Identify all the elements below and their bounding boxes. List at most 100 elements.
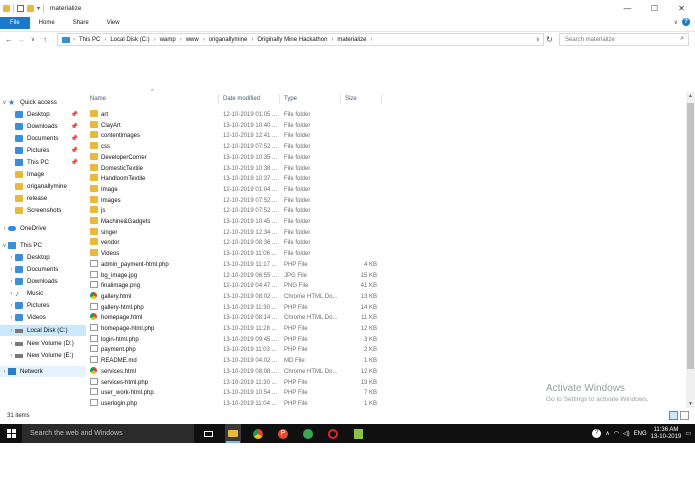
help-icon[interactable]: ? <box>592 429 602 438</box>
table-row[interactable]: payment.php 13-10-2019 11:03 ... PHP File 2… <box>87 345 387 356</box>
network-status-icon[interactable]: ◠ <box>614 430 619 437</box>
chevron-down-icon[interactable]: ∨ <box>1 99 8 106</box>
table-row[interactable]: README.md 13-10-2019 04:02 ... MD File 1 KB <box>87 356 387 367</box>
table-row[interactable]: js 12-10-2019 07:52 ... File folder <box>87 206 387 217</box>
table-row[interactable]: HandloomTextile 13-10-2019 10:37 ... File … <box>87 174 387 185</box>
expand-ribbon-icon[interactable]: ∨ <box>674 19 678 26</box>
chevron-right-icon[interactable]: › <box>8 315 15 321</box>
sidebar-item-pc-downloads[interactable]: › Downloads <box>8 276 58 287</box>
large-icons-view-icon[interactable] <box>680 411 689 420</box>
properties-icon[interactable] <box>17 5 24 12</box>
recent-locations-icon[interactable]: ∨ <box>27 36 39 43</box>
table-row[interactable]: services.html 13-10-2019 08:08 ... Chrome … <box>87 366 387 378</box>
chevron-right-icon[interactable]: › <box>8 353 15 359</box>
tab-share[interactable]: Share <box>64 17 98 29</box>
chevron-right-icon[interactable]: › <box>8 291 15 297</box>
column-header-date[interactable]: Date modified <box>223 92 260 106</box>
sidebar-item-pc-pictures[interactable]: › Pictures <box>8 300 49 311</box>
table-row[interactable]: bg_image.jpg 12-10-2019 06:55 ... JPG File… <box>87 270 387 282</box>
sidebar-item-onedrive[interactable]: › OneDrive <box>1 223 47 234</box>
sidebar-item-network[interactable]: › Network <box>0 366 86 377</box>
close-button[interactable]: ✕ <box>668 0 695 17</box>
sidebar-item-videos[interactable]: › Videos <box>8 312 46 323</box>
table-row[interactable]: DomesticTextile 13-10-2019 10:38 ... File … <box>87 163 387 175</box>
sidebar-item-volume-e[interactable]: › New Volume (E:) <box>8 350 74 361</box>
column-header-name[interactable]: Name <box>90 92 106 106</box>
table-row[interactable]: Image 12-10-2019 01:04 ... File folder <box>87 184 387 196</box>
taskbar-search-input[interactable]: Search the web and Windows <box>22 424 194 443</box>
table-row[interactable]: finalimage.png 12-10-2019 04:47 ... PNG Fi… <box>87 281 387 292</box>
sidebar-item-pc-desktop[interactable]: › Desktop <box>8 252 50 263</box>
sidebar-item-local-disk[interactable]: › Local Disk (C:) <box>0 325 86 336</box>
table-row[interactable]: homepage.html 13-10-2019 08:14 ... Chrome … <box>87 313 387 324</box>
chevron-down-icon[interactable]: ∨ <box>1 242 8 249</box>
minimize-button[interactable]: — <box>614 0 641 17</box>
table-row[interactable]: login-html.php 13-10-2019 09:45 ... PHP Fi… <box>87 334 387 346</box>
app-globe-icon[interactable] <box>300 424 316 443</box>
show-hidden-icons-icon[interactable]: ∧ <box>605 430 609 437</box>
chevron-right-icon[interactable]: › <box>1 226 8 232</box>
sidebar-item-release[interactable]: release <box>8 193 47 204</box>
opera-icon[interactable] <box>325 424 341 443</box>
sidebar-item-image[interactable]: Image <box>8 169 44 180</box>
scroll-down-icon[interactable]: ▼ <box>686 401 695 407</box>
table-row[interactable]: singer 12-10-2019 12:34 ... File folder <box>87 227 387 239</box>
sidebar-item-screenshots[interactable]: Screenshots <box>8 205 61 216</box>
chrome-icon[interactable] <box>250 424 266 443</box>
table-row[interactable]: Machine&Gadgets 13-10-2019 10:45 ... File … <box>87 217 387 228</box>
table-row[interactable]: ClayArt 13-10-2019 10:40 ... File folder <box>87 120 387 132</box>
chevron-right-icon[interactable]: › <box>8 279 15 285</box>
scroll-up-icon[interactable]: ▲ <box>686 93 695 99</box>
table-row[interactable]: user_work-html.php 13-10-2019 10:54 ... PH… <box>87 388 387 399</box>
address-bar[interactable]: › This PC › Local Disk (C:) › wamp › www… <box>57 33 544 46</box>
chevron-right-icon[interactable]: › <box>8 255 15 261</box>
up-arrow-icon[interactable]: ↑ <box>39 35 51 44</box>
app-p-icon[interactable]: P <box>275 424 291 443</box>
sidebar-item-pc-documents[interactable]: › Documents <box>8 264 58 275</box>
forward-arrow-icon[interactable]: → <box>15 35 27 44</box>
sidebar-item-documents[interactable]: Documents 📌 <box>8 133 84 144</box>
clock[interactable]: 11:36 AM 13-10-2019 <box>651 427 682 441</box>
sidebar-item-downloads[interactable]: Downloads 📌 <box>8 121 84 132</box>
breadcrumb-origanallymine[interactable]: origanallymine <box>209 37 248 43</box>
table-row[interactable]: DeveloperCorner 13-10-2019 10:35 ... File … <box>87 152 387 164</box>
address-dropdown-icon[interactable]: ∨ <box>536 36 540 43</box>
chevron-right-icon[interactable]: › <box>1 369 8 375</box>
help-icon[interactable]: ? <box>682 18 690 26</box>
maximize-button[interactable]: ☐ <box>641 0 668 17</box>
task-view-icon[interactable] <box>200 424 216 443</box>
table-row[interactable]: Videos 13-10-2019 11:06 ... File folder <box>87 249 387 260</box>
sidebar-item-this-pc[interactable]: ∨ This PC <box>1 240 42 251</box>
breadcrumb-www[interactable]: www <box>186 37 199 43</box>
column-header-size[interactable]: Size <box>345 92 357 106</box>
sidebar-item-desktop[interactable]: Desktop 📌 <box>8 109 84 120</box>
table-row[interactable]: css 12-10-2019 07:52 ... File folder <box>87 142 387 153</box>
breadcrumb-materialize[interactable]: materialize <box>337 37 366 43</box>
column-header-type[interactable]: Type <box>284 92 297 106</box>
table-row[interactable]: gallery-html.php 13-10-2019 11:30 ... PHP … <box>87 302 387 314</box>
chevron-right-icon[interactable]: › <box>8 341 15 347</box>
sidebar-item-quick-access[interactable]: ∨ ★ Quick access <box>1 97 57 108</box>
breadcrumb-wamp[interactable]: wamp <box>160 37 176 43</box>
chevron-right-icon[interactable]: › <box>8 303 15 309</box>
file-explorer-icon[interactable] <box>225 424 241 443</box>
details-view-icon[interactable] <box>669 411 678 420</box>
volume-icon[interactable]: ◁) <box>623 430 630 437</box>
language-icon[interactable]: ENG <box>634 431 647 437</box>
start-button[interactable] <box>0 424 22 443</box>
table-row[interactable]: homepage-html.php 13-10-2019 11:28 ... PHP… <box>87 324 387 335</box>
table-row[interactable]: services-html.php 13-10-2019 11:30 ... PHP… <box>87 377 387 389</box>
sidebar-item-this-pc-pinned[interactable]: This PC 📌 <box>8 157 84 168</box>
sidebar-item-volume-d[interactable]: › New Volume (D:) <box>8 338 74 349</box>
tab-view[interactable]: View <box>98 17 129 29</box>
app-green-icon[interactable] <box>350 424 366 443</box>
table-row[interactable]: userlogin.php 13-10-2019 11:04 ... PHP Fil… <box>87 398 387 410</box>
table-row[interactable]: vendor 12-10-2019 08:36 ... File folder <box>87 238 387 249</box>
tab-file[interactable]: File <box>0 17 30 29</box>
breadcrumb-hackathon[interactable]: Originally Mine Hackathon <box>257 37 327 43</box>
sidebar-item-origanallymine[interactable]: origanallymine <box>8 181 67 192</box>
sidebar-item-pictures[interactable]: Pictures 📌 <box>8 145 84 156</box>
breadcrumb-local-disk[interactable]: Local Disk (C:) <box>110 37 149 43</box>
chevron-right-icon[interactable]: › <box>8 328 15 334</box>
refresh-icon[interactable]: ↻ <box>546 35 553 44</box>
